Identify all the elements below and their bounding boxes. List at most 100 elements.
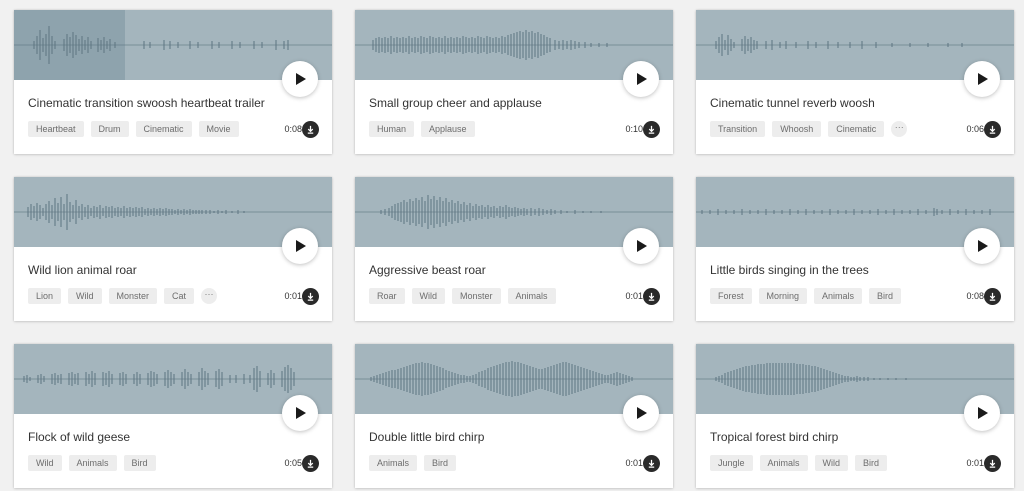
play-icon <box>296 407 306 419</box>
tag-chip[interactable]: Roar <box>369 288 405 304</box>
tag-chip[interactable]: Cinematic <box>135 121 192 137</box>
download-button[interactable] <box>984 455 1001 472</box>
sound-title[interactable]: Wild lion animal roar <box>28 263 137 277</box>
tag-chip[interactable]: Applause <box>421 121 475 137</box>
tag-list: Jungle Animals Wild Bird <box>710 455 888 471</box>
sound-grid: Cinematic transition swoosh heartbeat tr… <box>14 10 1014 488</box>
download-icon <box>989 292 996 301</box>
sound-title[interactable]: Double little bird chirp <box>369 430 484 444</box>
play-button[interactable] <box>964 395 1000 431</box>
tag-chip[interactable]: Wild <box>28 455 62 471</box>
download-icon <box>989 125 996 134</box>
tag-chip[interactable]: Jungle <box>710 455 753 471</box>
tag-chip[interactable]: Monster <box>108 288 158 304</box>
duration-label: 0:08 <box>966 291 984 301</box>
tag-list: Roar Wild Monster Animals <box>369 288 556 304</box>
tag-chip[interactable]: Bird <box>424 455 457 471</box>
download-button[interactable] <box>302 455 319 472</box>
play-icon <box>296 240 306 252</box>
play-button[interactable] <box>623 395 659 431</box>
more-tags-button[interactable]: ··· <box>201 288 218 304</box>
duration-label: 0:10 <box>625 124 643 134</box>
sound-card[interactable]: Tropical forest bird chirp Jungle Animal… <box>696 344 1014 488</box>
play-button[interactable] <box>282 61 318 97</box>
tag-list: Animals Bird <box>369 455 457 471</box>
download-icon <box>307 459 314 468</box>
tag-chip[interactable]: Animals <box>68 455 117 471</box>
tag-chip[interactable]: Wild <box>68 288 102 304</box>
play-button[interactable] <box>623 61 659 97</box>
sound-card[interactable]: Wild lion animal roar Lion Wild Monster … <box>14 177 332 321</box>
sound-card[interactable]: Double little bird chirp Animals Bird 0:… <box>355 344 673 488</box>
sound-title[interactable]: Cinematic transition swoosh heartbeat tr… <box>28 96 265 110</box>
tag-list: Wild Animals Bird <box>28 455 156 471</box>
duration-label: 0:08 <box>284 124 302 134</box>
duration-label: 0:06 <box>966 124 984 134</box>
tag-chip[interactable]: Animals <box>369 455 418 471</box>
tag-chip[interactable]: Wild <box>411 288 446 304</box>
tag-list: Heartbeat Drum Cinematic Movie <box>28 121 239 137</box>
tag-list: Human Applause <box>369 121 475 137</box>
tag-chip[interactable]: Morning <box>758 288 808 304</box>
sound-card[interactable]: Flock of wild geese Wild Animals Bird 0:… <box>14 344 332 488</box>
tag-chip[interactable]: Cinematic <box>828 121 885 137</box>
tag-chip[interactable]: Animals <box>814 288 863 304</box>
download-button[interactable] <box>302 288 319 305</box>
more-icon: ··· <box>204 289 214 299</box>
tag-list: Transition Whoosh Cinematic ··· <box>710 121 908 137</box>
download-button[interactable] <box>984 288 1001 305</box>
tag-chip[interactable]: Animals <box>507 288 556 304</box>
download-button[interactable] <box>302 121 319 138</box>
play-button[interactable] <box>282 395 318 431</box>
play-icon <box>296 73 306 85</box>
sound-title[interactable]: Tropical forest bird chirp <box>710 430 838 444</box>
tag-chip[interactable]: Human <box>369 121 415 137</box>
tag-chip[interactable]: Transition <box>710 121 766 137</box>
tag-chip[interactable]: Monster <box>452 288 501 304</box>
sound-title[interactable]: Flock of wild geese <box>28 430 130 444</box>
tag-chip[interactable]: Heartbeat <box>28 121 84 137</box>
download-icon <box>307 125 314 134</box>
duration-label: 0:01 <box>284 291 302 301</box>
download-icon <box>648 292 655 301</box>
tag-chip[interactable]: Whoosh <box>772 121 822 137</box>
play-button[interactable] <box>282 228 318 264</box>
sound-card[interactable]: Small group cheer and applause Human App… <box>355 10 673 154</box>
sound-title[interactable]: Small group cheer and applause <box>369 96 542 110</box>
duration-label: 0:01 <box>625 291 643 301</box>
play-button[interactable] <box>964 61 1000 97</box>
tag-chip[interactable]: Movie <box>198 121 239 137</box>
play-icon <box>978 240 988 252</box>
sound-title[interactable]: Aggressive beast roar <box>369 263 486 277</box>
duration-label: 0:05 <box>284 458 302 468</box>
more-tags-button[interactable]: ··· <box>891 121 908 137</box>
tag-chip[interactable]: Bird <box>123 455 156 471</box>
tag-chip[interactable]: Forest <box>710 288 752 304</box>
duration-label: 0:01 <box>625 458 643 468</box>
sound-title[interactable]: Little birds singing in the trees <box>710 263 869 277</box>
play-icon <box>637 407 647 419</box>
sound-title[interactable]: Cinematic tunnel reverb woosh <box>710 96 875 110</box>
sound-card[interactable]: Cinematic tunnel reverb woosh Transition… <box>696 10 1014 154</box>
tag-list: Forest Morning Animals Bird <box>710 288 902 304</box>
download-button[interactable] <box>643 121 660 138</box>
download-icon <box>307 292 314 301</box>
download-button[interactable] <box>643 288 660 305</box>
download-button[interactable] <box>984 121 1001 138</box>
sound-card[interactable]: Cinematic transition swoosh heartbeat tr… <box>14 10 332 154</box>
download-button[interactable] <box>643 455 660 472</box>
tag-chip[interactable]: Cat <box>164 288 195 304</box>
tag-chip[interactable]: Drum <box>90 121 129 137</box>
play-button[interactable] <box>964 228 1000 264</box>
play-icon <box>637 240 647 252</box>
play-icon <box>978 407 988 419</box>
tag-chip[interactable]: Animals <box>759 455 808 471</box>
tag-chip[interactable]: Lion <box>28 288 62 304</box>
tag-chip[interactable]: Bird <box>855 455 888 471</box>
sound-card[interactable]: Aggressive beast roar Roar Wild Monster … <box>355 177 673 321</box>
play-button[interactable] <box>623 228 659 264</box>
download-icon <box>648 125 655 134</box>
tag-chip[interactable]: Wild <box>814 455 849 471</box>
tag-chip[interactable]: Bird <box>869 288 902 304</box>
sound-card[interactable]: Little birds singing in the trees Forest… <box>696 177 1014 321</box>
